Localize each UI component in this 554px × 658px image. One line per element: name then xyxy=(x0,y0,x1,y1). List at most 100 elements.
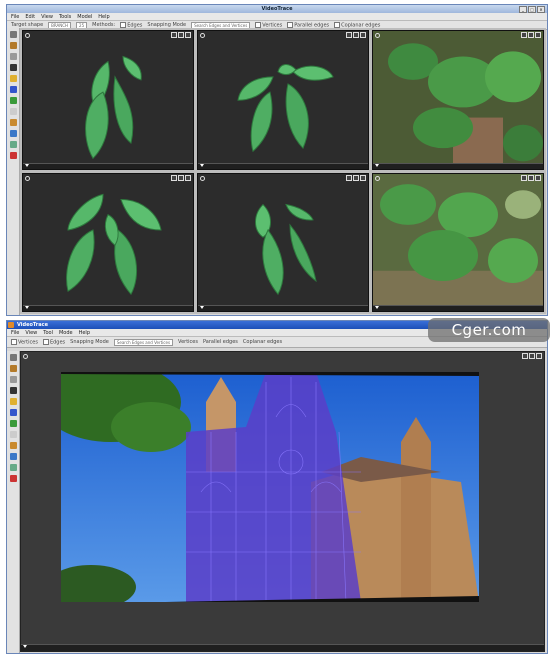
view-option-icon[interactable] xyxy=(353,174,359,181)
viewport-video-frame-2[interactable] xyxy=(372,172,544,312)
menu-file[interactable]: File xyxy=(11,14,19,20)
view-indicator-icon xyxy=(25,33,30,38)
extrude-tool-icon[interactable] xyxy=(9,119,17,126)
menu-help[interactable]: Help xyxy=(98,14,109,20)
mirror-tool-icon[interactable] xyxy=(9,130,17,137)
viewport-model-1[interactable] xyxy=(22,30,194,170)
move-tool-icon[interactable] xyxy=(9,365,17,372)
extrude-tool-icon[interactable] xyxy=(9,442,17,449)
timeline-scrubber[interactable] xyxy=(198,162,368,169)
timeline-scrubber[interactable] xyxy=(198,305,368,311)
timeline-scrubber[interactable] xyxy=(23,162,193,169)
view-option-icon[interactable] xyxy=(535,174,541,181)
view-option-icon[interactable] xyxy=(171,174,177,181)
view-indicator-icon xyxy=(25,175,30,181)
zoom-tool-icon[interactable] xyxy=(9,31,17,38)
view-indicator-icon xyxy=(375,33,380,38)
menu-help[interactable]: Help xyxy=(79,330,90,336)
menu-view[interactable]: View xyxy=(41,14,53,20)
menu-tool[interactable]: Tool xyxy=(43,330,53,336)
menu-mode[interactable]: Mode xyxy=(59,330,73,336)
pencil-tool-icon[interactable] xyxy=(9,398,17,405)
view-option-icon[interactable] xyxy=(521,32,527,38)
vertices2-label[interactable]: Vertices xyxy=(178,339,198,345)
close-button[interactable]: × xyxy=(537,6,545,13)
menu-model[interactable]: Model xyxy=(77,14,92,20)
viewport-model-2[interactable] xyxy=(197,30,369,170)
view-option-icon[interactable] xyxy=(529,353,535,359)
zoom-tool-icon[interactable] xyxy=(9,354,17,361)
pointer-tool-icon[interactable] xyxy=(9,387,17,394)
pencil-tool-icon[interactable] xyxy=(9,75,17,82)
parallel-label[interactable]: Parallel edges xyxy=(203,339,238,345)
menu-edit[interactable]: Edit xyxy=(25,14,35,20)
view-indicator-icon xyxy=(375,175,380,181)
view-option-icon[interactable] xyxy=(185,32,191,38)
view-controls xyxy=(346,32,366,38)
view-option-icon[interactable] xyxy=(535,32,541,38)
view-controls xyxy=(521,174,541,181)
viewport-model-3[interactable] xyxy=(22,172,194,312)
main-viewport[interactable] xyxy=(20,351,545,652)
snapping-mode-select[interactable]: Search Edges and Vertices xyxy=(113,338,174,346)
magnet-tool-icon[interactable] xyxy=(9,152,17,159)
videotrace-window-top: VideoTrace _ □ × File Edit View Tools Mo… xyxy=(6,4,548,316)
vertices-checkbox[interactable]: Vertices xyxy=(11,338,38,345)
branch-tool-icon[interactable] xyxy=(9,97,17,104)
timeline-scrubber[interactable] xyxy=(23,305,193,311)
view-option-icon[interactable] xyxy=(360,32,366,38)
leaf-model-render xyxy=(85,55,142,160)
view-option-icon[interactable] xyxy=(178,32,184,38)
select-tool-icon[interactable] xyxy=(9,376,17,383)
timeline-scrubber[interactable] xyxy=(21,644,544,651)
snapping-label: Snapping Mode xyxy=(70,339,109,345)
tool-palette xyxy=(7,351,20,653)
view-option-icon[interactable] xyxy=(536,353,542,359)
magnet-tool-icon[interactable] xyxy=(9,475,17,482)
view-option-icon[interactable] xyxy=(185,174,191,181)
line-tool-icon[interactable] xyxy=(9,86,17,93)
line-tool-icon[interactable] xyxy=(9,409,17,416)
view-option-icon[interactable] xyxy=(528,32,534,38)
videotrace-window-bottom: VideoTrace File View Tool Mode Help Vert… xyxy=(6,320,548,654)
timeline-scrubber[interactable] xyxy=(373,162,543,169)
cathedral-video-frame xyxy=(61,372,479,602)
view-controls xyxy=(346,174,366,181)
menu-file[interactable]: File xyxy=(11,330,19,336)
timeline-scrubber[interactable] xyxy=(373,305,543,311)
video-frame-plant-photo xyxy=(373,31,543,169)
view-option-icon[interactable] xyxy=(346,174,352,181)
view-option-icon[interactable] xyxy=(522,353,528,359)
surface-tool-icon[interactable] xyxy=(9,141,17,148)
view-option-icon[interactable] xyxy=(528,174,534,181)
view-option-icon[interactable] xyxy=(360,174,366,181)
maximize-button[interactable]: □ xyxy=(528,6,536,13)
viewport-grid xyxy=(20,28,546,314)
view-option-icon[interactable] xyxy=(178,174,184,181)
select-tool-icon[interactable] xyxy=(9,53,17,60)
view-option-icon[interactable] xyxy=(521,174,527,181)
move-tool-icon[interactable] xyxy=(9,42,17,49)
viewport-video-frame-1[interactable] xyxy=(372,30,544,170)
view-controls xyxy=(522,353,542,359)
minimize-button[interactable]: _ xyxy=(519,6,527,13)
pointer-tool-icon[interactable] xyxy=(9,64,17,71)
coplanar-label[interactable]: Coplanar edges xyxy=(243,339,282,345)
leaf-model-render xyxy=(66,193,162,295)
tool-palette xyxy=(7,28,20,315)
menu-view[interactable]: View xyxy=(25,330,37,336)
view-option-icon[interactable] xyxy=(346,32,352,38)
viewport-model-4[interactable] xyxy=(197,172,369,312)
eraser-tool-icon[interactable] xyxy=(9,108,17,115)
menu-tools[interactable]: Tools xyxy=(59,14,71,20)
view-controls xyxy=(171,32,191,38)
view-option-icon[interactable] xyxy=(171,32,177,38)
view-option-icon[interactable] xyxy=(353,32,359,38)
edges-label: Edges xyxy=(49,339,66,346)
mirror-tool-icon[interactable] xyxy=(9,453,17,460)
edges-checkbox[interactable]: Edges xyxy=(42,338,66,346)
title-bar: VideoTrace _ □ × xyxy=(7,5,547,13)
surface-tool-icon[interactable] xyxy=(9,464,17,471)
eraser-tool-icon[interactable] xyxy=(9,431,17,438)
branch-tool-icon[interactable] xyxy=(9,420,17,427)
